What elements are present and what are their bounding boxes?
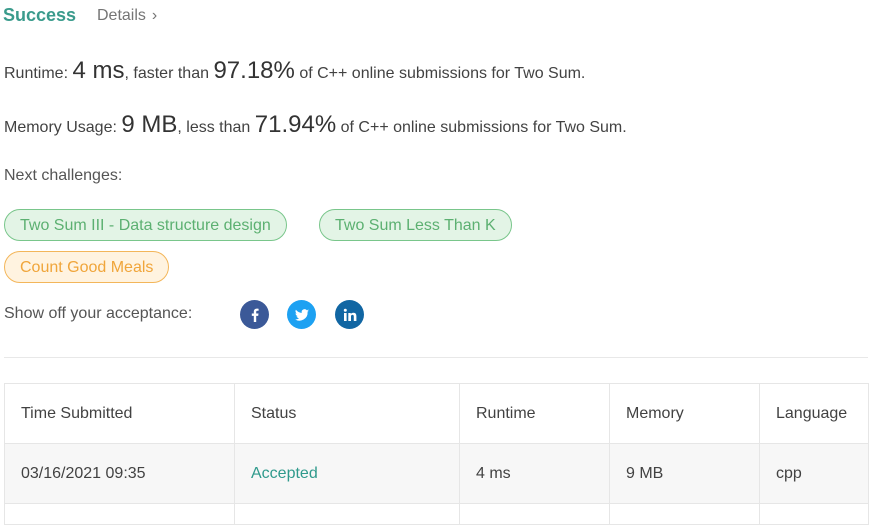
cell-status-accepted-link[interactable]: Accepted	[234, 443, 460, 504]
memory-comparison: , less than	[177, 119, 251, 136]
runtime-stat: Runtime: 4 ms, faster than 97.18% of C++…	[4, 57, 585, 85]
table-row-partial	[4, 503, 869, 525]
cell-runtime: 4 ms	[459, 443, 610, 504]
share-label: Show off your acceptance:	[4, 305, 193, 322]
next-challenge-two-sum-iii[interactable]: Two Sum III - Data structure design	[4, 209, 287, 241]
column-header-status[interactable]: Status	[234, 383, 460, 444]
table-row: 03/16/2021 09:35 Accepted 4 ms 9 MB cpp	[4, 443, 869, 504]
runtime-value: 4 ms	[72, 57, 125, 84]
next-challenges-label: Next challenges:	[4, 167, 123, 184]
next-challenge-count-good-meals[interactable]: Count Good Meals	[4, 251, 170, 283]
next-challenge-two-sum-less-than-k[interactable]: Two Sum Less Than K	[319, 209, 512, 241]
divider	[4, 357, 868, 358]
column-header-runtime[interactable]: Runtime	[459, 383, 610, 444]
submissions-table: Time Submitted Status Runtime Memory Lan…	[4, 383, 869, 525]
details-link[interactable]: Details ›	[97, 7, 157, 25]
memory-suffix: of C++ online submissions for Two Sum.	[340, 119, 627, 136]
twitter-glyph	[294, 308, 309, 321]
linkedin-glyph	[343, 308, 356, 321]
table-header-row: Time Submitted Status Runtime Memory Lan…	[4, 383, 869, 444]
memory-label: Memory Usage:	[4, 119, 117, 136]
facebook-icon[interactable]	[240, 300, 269, 329]
memory-value: 9 MB	[121, 111, 178, 138]
cell-language: cpp	[759, 443, 869, 504]
memory-stat: Memory Usage: 9 MB, less than 71.94% of …	[4, 111, 627, 139]
column-header-language[interactable]: Language	[759, 383, 869, 444]
runtime-comparison: , faster than	[124, 65, 210, 82]
column-header-memory[interactable]: Memory	[609, 383, 760, 444]
runtime-suffix: of C++ online submissions for Two Sum.	[299, 65, 586, 82]
column-header-time-submitted[interactable]: Time Submitted	[4, 383, 235, 444]
chevron-right-icon: ›	[151, 7, 158, 24]
facebook-glyph	[251, 308, 259, 322]
runtime-percent: 97.18%	[213, 57, 295, 84]
twitter-icon[interactable]	[287, 300, 316, 329]
cell-time-submitted: 03/16/2021 09:35	[4, 443, 235, 504]
memory-percent: 71.94%	[254, 111, 337, 138]
linkedin-icon[interactable]	[335, 300, 364, 329]
result-status-title: Success	[3, 5, 77, 25]
runtime-label: Runtime:	[4, 65, 69, 82]
details-label: Details	[97, 7, 146, 24]
cell-memory: 9 MB	[609, 443, 760, 504]
